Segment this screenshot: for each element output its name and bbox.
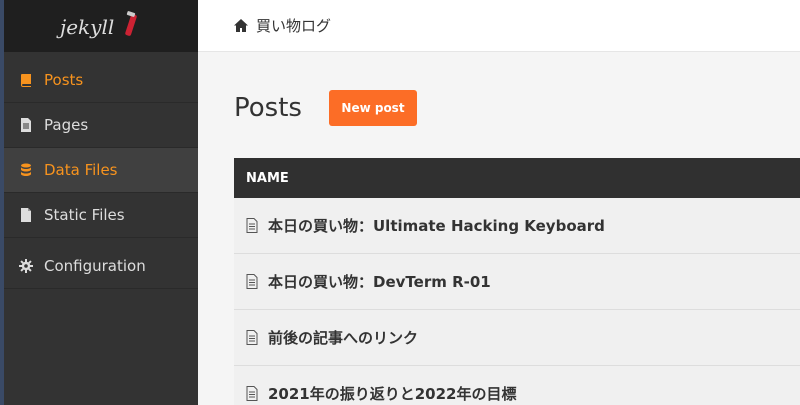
app-window: jekyll Posts Pages Data Files Static Fil… (0, 0, 800, 405)
gear-icon (18, 258, 34, 274)
sidebar-item-label: Posts (44, 71, 84, 89)
document-icon (246, 273, 260, 290)
sidebar-item-label: Configuration (44, 257, 146, 275)
sidebar-item-static-files[interactable]: Static Files (4, 193, 198, 238)
sidebar-item-posts[interactable]: Posts (4, 58, 198, 103)
new-post-button[interactable]: New post (329, 90, 417, 126)
posts-table: NAME 本日の買い物：Ultimate Hacking Keyboard 本日… (234, 158, 800, 405)
sidebar-nav: Posts Pages Data Files Static Files Conf… (4, 52, 198, 289)
post-title: 本日の買い物：Ultimate Hacking Keyboard (268, 217, 605, 235)
post-title: 前後の記事へのリンク (268, 329, 419, 347)
sidebar-item-configuration[interactable]: Configuration (4, 244, 198, 289)
document-icon (246, 385, 260, 402)
file-icon (18, 207, 34, 223)
site-title[interactable]: 買い物ログ (256, 15, 331, 36)
post-title: 2021年の振り返りと2022年の目標 (268, 385, 517, 403)
database-icon (18, 162, 34, 178)
table-row[interactable]: 本日の買い物：DevTerm R-01 (234, 254, 800, 310)
page-icon (18, 117, 34, 133)
post-title: 本日の買い物：DevTerm R-01 (268, 273, 491, 291)
sidebar-item-data-files[interactable]: Data Files (4, 148, 198, 193)
document-icon (246, 329, 260, 346)
sidebar: jekyll Posts Pages Data Files Static Fil… (4, 0, 198, 405)
svg-text:jekyll: jekyll (56, 15, 114, 39)
sidebar-item-label: Pages (44, 116, 89, 134)
table-row[interactable]: 本日の買い物：Ultimate Hacking Keyboard (234, 198, 800, 254)
home-icon[interactable] (234, 19, 248, 32)
main-content: Posts New post NAME 本日の買い物：Ultimate Hack… (198, 52, 800, 405)
sidebar-item-label: Static Files (44, 206, 125, 224)
book-icon (18, 72, 34, 88)
title-row: Posts New post (234, 90, 417, 126)
table-row[interactable]: 前後の記事へのリンク (234, 310, 800, 366)
table-header-name[interactable]: NAME (234, 158, 800, 198)
table-row[interactable]: 2021年の振り返りと2022年の目標 (234, 366, 800, 405)
sidebar-item-label: Data Files (44, 161, 118, 179)
page-title: Posts (234, 93, 302, 123)
document-icon (246, 217, 260, 234)
top-header: 買い物ログ (198, 0, 800, 52)
sidebar-item-pages[interactable]: Pages (4, 103, 198, 148)
jekyll-logo[interactable]: jekyll (4, 0, 198, 52)
